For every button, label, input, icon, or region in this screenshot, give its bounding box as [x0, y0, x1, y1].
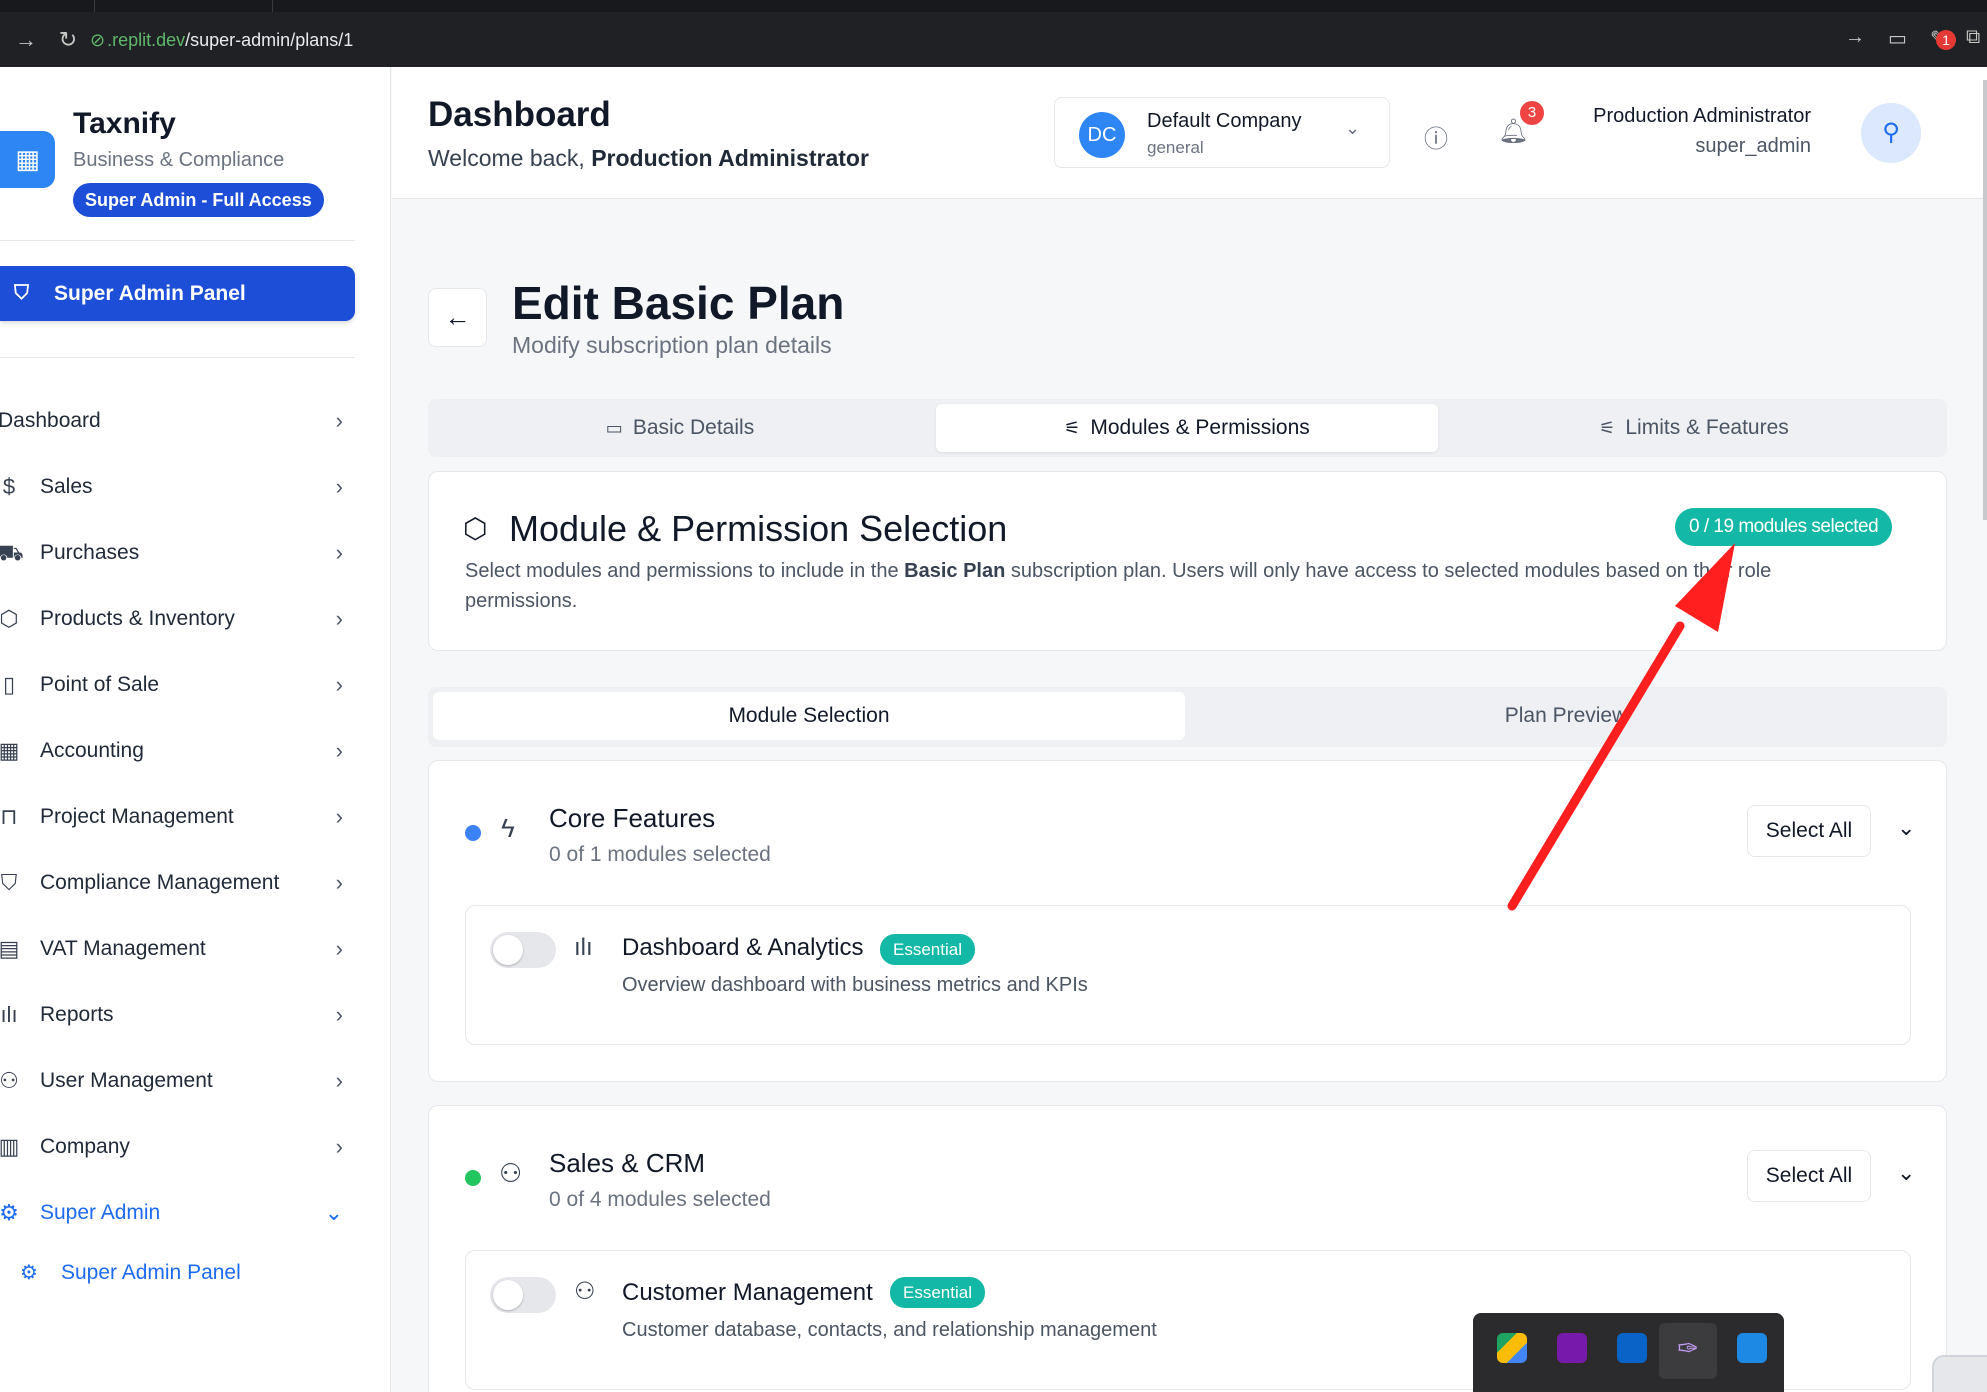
floating-corner-button[interactable]	[1932, 1355, 1987, 1392]
window-app-icon[interactable]	[1737, 1333, 1767, 1363]
scrollbar[interactable]	[1983, 80, 1987, 520]
drive-icon[interactable]	[1497, 1333, 1527, 1363]
outlook-icon[interactable]	[1617, 1333, 1647, 1363]
onenote-icon[interactable]	[1557, 1333, 1587, 1363]
taskbar-popup: ✑	[1473, 1313, 1784, 1392]
annotation-arrow	[1507, 543, 1735, 911]
feather-icon[interactable]: ✑	[1673, 1333, 1703, 1363]
